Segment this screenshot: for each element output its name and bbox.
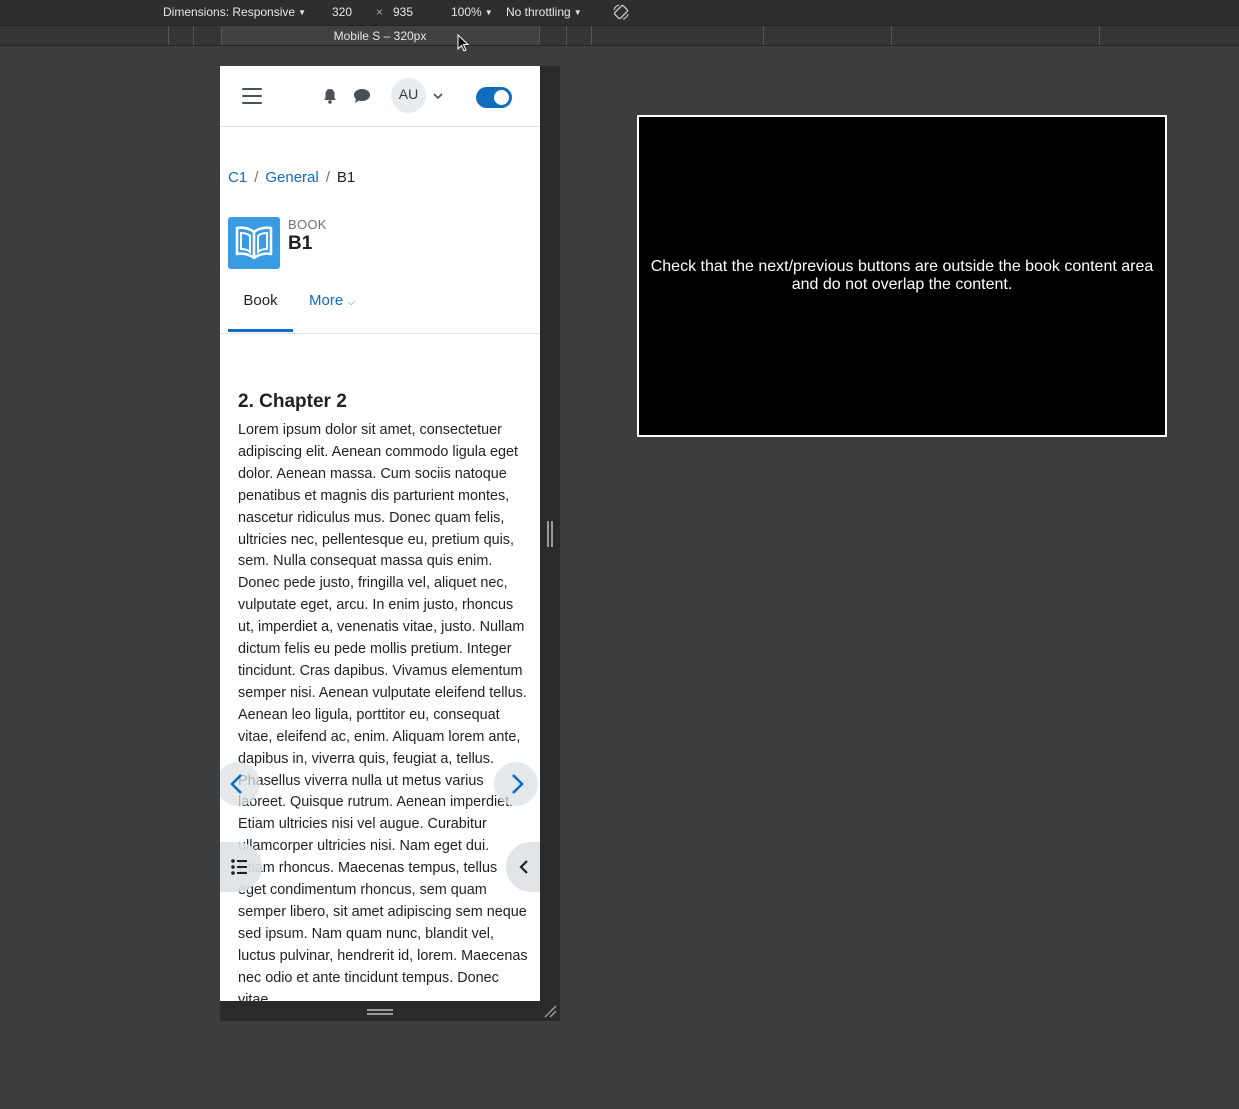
edit-mode-toggle[interactable] bbox=[476, 87, 512, 108]
ruler-mark bbox=[591, 26, 592, 45]
ruler-mark bbox=[539, 26, 540, 45]
ruler-mark bbox=[193, 26, 194, 45]
side-resize-handle-icon[interactable] bbox=[547, 521, 553, 547]
rotate-icon[interactable] bbox=[612, 3, 630, 21]
chevron-down-icon[interactable] bbox=[433, 92, 443, 100]
throttling-dropdown[interactable]: No throttling ▼ bbox=[506, 5, 582, 19]
chapter-content: Lorem ipsum dolor sit amet, consectetuer… bbox=[238, 422, 528, 1001]
table-of-contents-drawer-button[interactable] bbox=[220, 842, 262, 892]
book-activity-icon bbox=[228, 217, 280, 269]
previous-chapter-button[interactable] bbox=[220, 762, 260, 806]
chevron-down-icon: ⌵ bbox=[345, 297, 355, 307]
ruler-mark bbox=[763, 26, 764, 45]
zoom-label: 100% bbox=[451, 5, 482, 19]
tab-more-label: More bbox=[309, 292, 344, 309]
activity-type-label: BOOK bbox=[288, 217, 327, 232]
zoom-dropdown[interactable]: 100% ▼ bbox=[451, 5, 493, 19]
next-chapter-button[interactable] bbox=[494, 762, 538, 806]
top-navbar: AU bbox=[220, 66, 540, 127]
secondary-navigation: Book More ⌵ bbox=[220, 278, 540, 334]
dimension-times-icon: × bbox=[376, 5, 384, 19]
media-query-ruler: Mobile S – 320px bbox=[0, 25, 1239, 46]
ruler-mark bbox=[891, 26, 892, 45]
instruction-overlay: Check that the next/previous buttons are… bbox=[637, 115, 1167, 437]
chevron-left-icon bbox=[230, 774, 242, 794]
width-input[interactable]: 320 bbox=[332, 5, 352, 19]
breadcrumb-item-general[interactable]: General bbox=[265, 169, 318, 186]
avatar[interactable]: AU bbox=[391, 78, 426, 113]
zoom-caret-icon: ▼ bbox=[484, 8, 493, 17]
ruler-mark bbox=[566, 26, 567, 45]
device-label: Mobile S – 320px bbox=[333, 29, 427, 43]
ruler-mark bbox=[1099, 26, 1100, 45]
chapter-title: 2. Chapter 2 bbox=[238, 391, 347, 412]
corner-resize-icon[interactable] bbox=[543, 1004, 557, 1018]
breadcrumb-item-c1[interactable]: C1 bbox=[228, 169, 247, 186]
height-input[interactable]: 935 bbox=[393, 5, 413, 19]
tab-more[interactable]: More ⌵ bbox=[309, 278, 355, 332]
breadcrumb: C1 / General / B1 bbox=[228, 169, 355, 186]
breadcrumb-item-current: B1 bbox=[336, 169, 356, 186]
bottom-resize-handle-icon[interactable] bbox=[367, 1009, 393, 1015]
bell-icon[interactable] bbox=[321, 87, 339, 105]
chevron-right-icon bbox=[512, 774, 524, 794]
list-icon bbox=[231, 859, 247, 875]
throttling-label: No throttling bbox=[506, 5, 571, 19]
throttling-caret-icon: ▼ bbox=[573, 8, 582, 17]
page-title: B1 bbox=[288, 233, 313, 254]
mobile-viewport: AU C1 / General / B1 BOOK B1 Book More ⌵ 2. … bbox=[220, 66, 540, 1001]
breadcrumb-separator: / bbox=[325, 169, 330, 186]
tab-book[interactable]: Book bbox=[228, 278, 293, 332]
ruler-mark bbox=[168, 26, 169, 45]
mouse-cursor-icon bbox=[457, 34, 470, 52]
breadcrumb-separator: / bbox=[254, 169, 259, 186]
toggle-knob bbox=[494, 90, 509, 105]
instruction-message: Check that the next/previous buttons are… bbox=[650, 258, 1154, 293]
dimensions-label: Dimensions: Responsive bbox=[163, 5, 296, 19]
dimensions-dropdown[interactable]: Dimensions: Responsive ▼ bbox=[163, 5, 306, 19]
hamburger-menu-icon[interactable] bbox=[242, 88, 262, 104]
chat-bubble-icon[interactable] bbox=[352, 87, 372, 105]
block-drawer-button[interactable] bbox=[506, 842, 540, 892]
devtools-toolbar: Dimensions: Responsive ▼ 320 × 935 100% ▼ … bbox=[0, 0, 1239, 25]
dimensions-caret-icon: ▼ bbox=[298, 8, 306, 17]
chevron-left-icon bbox=[519, 860, 528, 874]
